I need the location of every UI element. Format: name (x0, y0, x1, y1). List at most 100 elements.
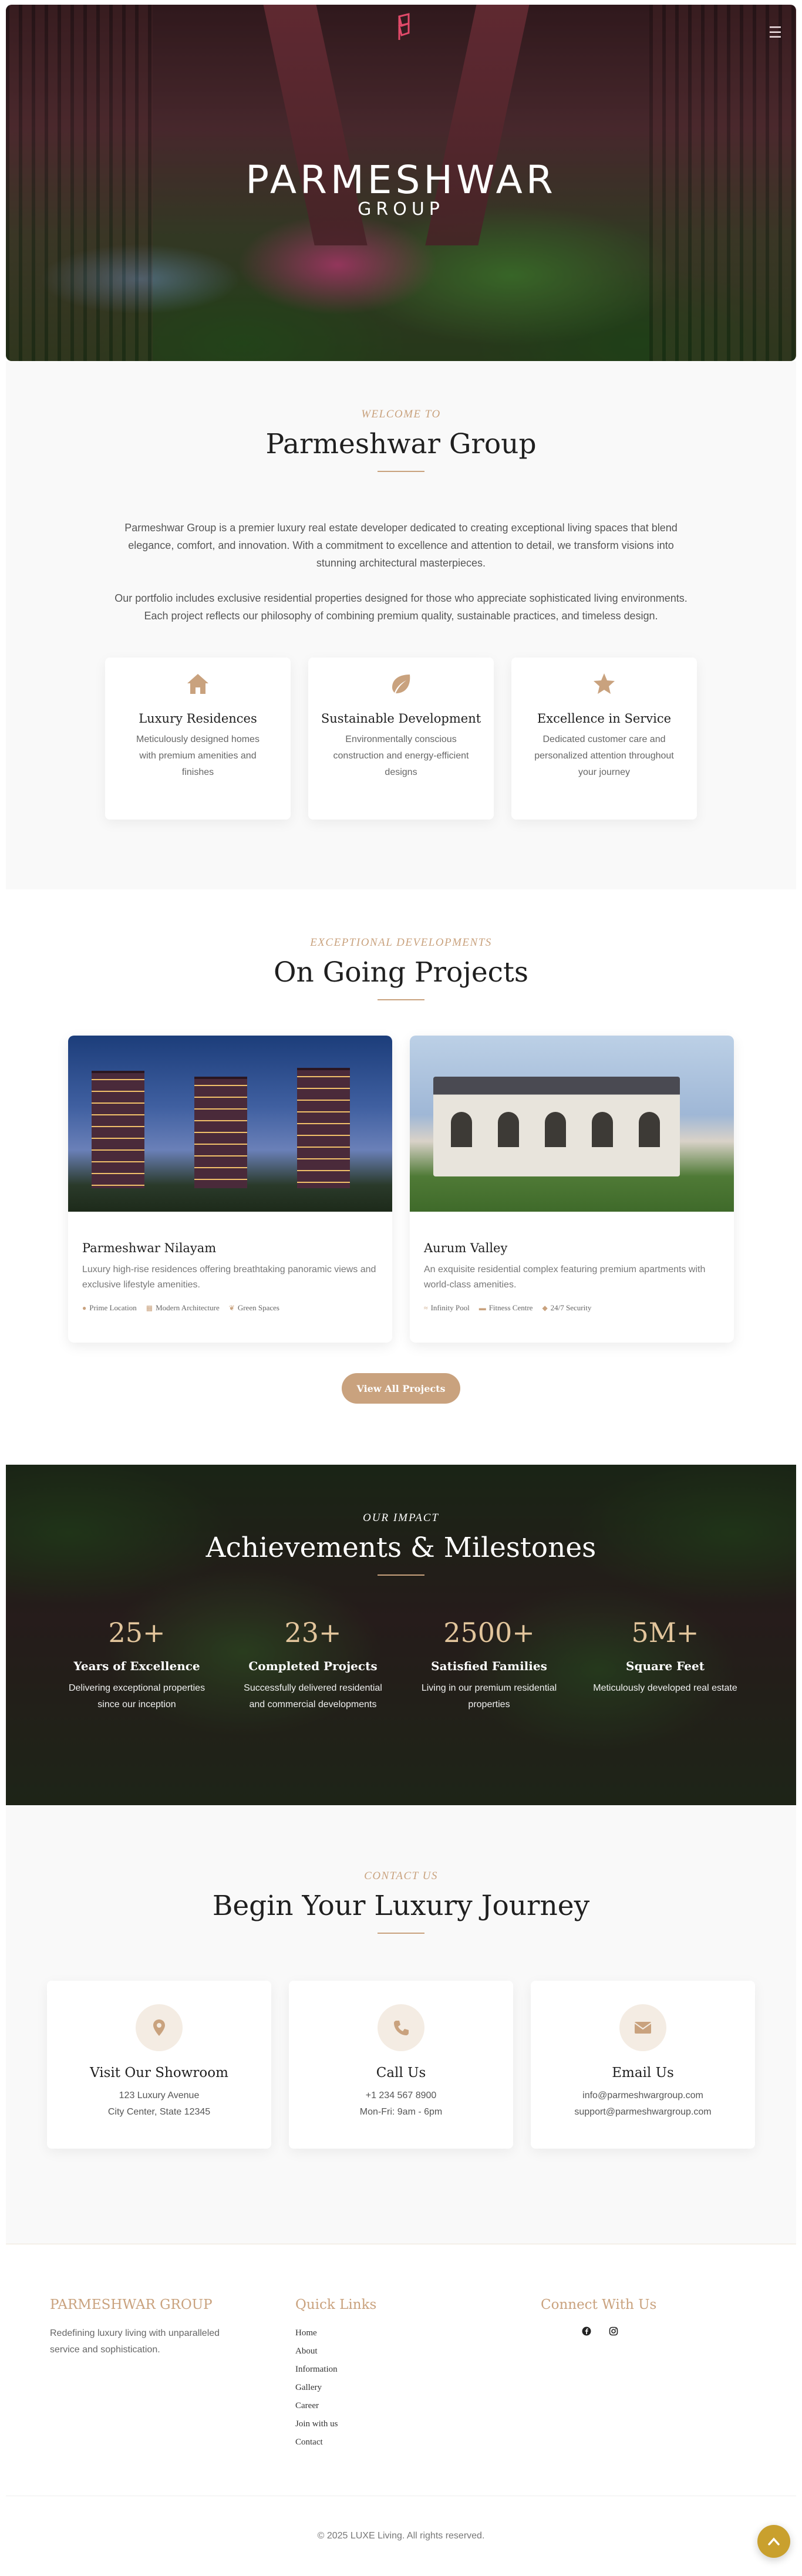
project-title[interactable]: Parmeshwar Nilayam (82, 1241, 378, 1255)
swimmer-icon: ≈ (424, 1303, 428, 1312)
projects-title: On Going Projects (273, 956, 528, 989)
stat-number: 5M+ (631, 1617, 699, 1648)
footer-link-home[interactable]: Home (295, 2324, 541, 2342)
feature-text: Dedicated customer care and personalized… (534, 734, 674, 777)
hero-brand-sub: GROUP (358, 199, 444, 220)
contact-card-title: Visit Our Showroom (90, 2065, 228, 2081)
footer-connect-heading: Connect With Us (541, 2297, 657, 2312)
view-all-projects-button[interactable]: View All Projects (342, 1373, 460, 1404)
envelope-icon (619, 2004, 666, 2051)
stat-label: Square Feet (626, 1659, 705, 1673)
footer-quick-links: Quick Links Home About Information Galle… (295, 2297, 541, 2452)
tag-item: ▬ Fitness Centre (478, 1303, 533, 1312)
tag-item: ≈ Infinity Pool (424, 1303, 470, 1312)
project-description: Luxury high-rise residences offering bre… (82, 1265, 376, 1290)
stat-area: 5M+ Square Feet Meticulously developed r… (577, 1617, 753, 1713)
chevron-up-icon (768, 2537, 780, 2545)
project-title[interactable]: Aurum Valley (424, 1241, 720, 1255)
footer-link-gallery[interactable]: Gallery (295, 2379, 541, 2397)
feature-text: Environmentally conscious construction a… (333, 734, 469, 777)
back-to-top-button[interactable] (757, 2525, 790, 2558)
tag-item: ❦ Green Spaces (228, 1303, 279, 1312)
tag-item: ● Prime Location (82, 1303, 137, 1312)
hamburger-icon[interactable]: ☰ (769, 25, 782, 40)
title-underline (378, 1933, 424, 1934)
social-links (541, 2327, 786, 2339)
site-footer: PARMESHWAR GROUP Redefining luxury livin… (6, 2244, 796, 2576)
project-tags: ● Prime Location ▦ Modern Architecture ❦ Gr… (82, 1303, 378, 1313)
stat-number: 23+ (284, 1617, 342, 1648)
feature-title: Sustainable Development (321, 712, 481, 726)
footer-link-join[interactable]: Join with us (295, 2415, 541, 2433)
project-image-tower (194, 1077, 247, 1188)
project-image-tower (297, 1068, 350, 1188)
stat-families: 2500+ Satisfied Families Living in our p… (401, 1617, 577, 1713)
hero-banner: ☰ PARMESHWAR GROUP (6, 5, 796, 361)
building-icon: ▦ (146, 1303, 153, 1312)
feature-cards: Luxury Residences Meticulously designed … (6, 658, 796, 820)
stat-description: Delivering exceptional properties since … (68, 1683, 205, 1710)
contact-cards: Visit Our Showroom 123 Luxury Avenue Cit… (6, 1981, 796, 2149)
tag-item: ◆ 24/7 Security (542, 1303, 592, 1312)
contact-card-title: Email Us (612, 2065, 674, 2081)
contact-card-line: 123 Luxury Avenue (119, 2091, 200, 2100)
stat-number: 2500+ (443, 1617, 535, 1648)
project-image-villa (433, 1077, 680, 1176)
stat-number: 25+ (108, 1617, 166, 1648)
feature-card-service: Excellence in Service Dedicated customer… (511, 658, 697, 820)
pg-logo-mark[interactable] (396, 13, 413, 41)
welcome-section: WELCOME TO Parmeshwar Group Parmeshwar G… (6, 361, 796, 889)
project-image[interactable] (410, 1036, 734, 1212)
project-image-tower (92, 1071, 144, 1188)
stat-years: 25+ Years of Excellence Delivering excep… (49, 1617, 225, 1713)
dumbbell-icon: ▬ (478, 1303, 486, 1312)
title-underline (378, 999, 424, 1000)
leaf-icon: ❦ (228, 1303, 235, 1312)
facebook-icon[interactable] (582, 2327, 591, 2339)
project-cards: Parmeshwar Nilayam Luxury high-rise resi… (6, 1036, 796, 1343)
home-icon (183, 669, 213, 699)
hero-brand: PARMESHWAR GROUP (6, 157, 796, 220)
feature-title: Luxury Residences (139, 712, 257, 726)
title-underline (378, 471, 424, 472)
welcome-paragraph-2: Our portfolio includes exclusive residen… (114, 592, 688, 622)
stat-projects: 23+ Completed Projects Successfully deli… (225, 1617, 401, 1713)
contact-title: Begin Your Luxury Journey (212, 1890, 590, 1922)
contact-card-line[interactable]: +1 234 567 8900 (289, 2088, 513, 2104)
feature-text: Meticulously designed homes with premium… (136, 734, 260, 777)
stat-description: Living in our premium residential proper… (421, 1683, 557, 1710)
title-underline (378, 1574, 424, 1576)
project-card-nilayam[interactable]: Parmeshwar Nilayam Luxury high-rise resi… (68, 1036, 392, 1343)
footer-link-career[interactable]: Career (295, 2397, 541, 2415)
contact-card-line[interactable]: support@parmeshwargroup.com (531, 2104, 755, 2120)
footer-link-about[interactable]: About (295, 2342, 541, 2361)
footer-link-contact[interactable]: Contact (295, 2433, 541, 2452)
contact-card-line: Mon-Fri: 9am - 6pm (359, 2107, 443, 2117)
instagram-icon[interactable] (609, 2327, 618, 2339)
footer-brand: PARMESHWAR GROUP (50, 2297, 213, 2312)
impact-kicker: OUR IMPACT (363, 1512, 439, 1524)
project-card-aurum[interactable]: Aurum Valley An exquisite residential co… (410, 1036, 734, 1343)
feature-card-sustainable: Sustainable Development Environmentally … (308, 658, 494, 820)
stat-label: Completed Projects (248, 1659, 378, 1673)
contact-kicker: CONTACT US (364, 1870, 438, 1882)
shield-icon: ◆ (542, 1303, 548, 1312)
contact-card-line[interactable]: info@parmeshwargroup.com (531, 2088, 755, 2104)
tag-item: ▦ Modern Architecture (146, 1303, 220, 1312)
stats-row: 25+ Years of Excellence Delivering excep… (6, 1617, 796, 1713)
project-tags: ≈ Infinity Pool ▬ Fitness Centre ◆ 24/7 Sec… (424, 1303, 720, 1313)
contact-card-call: Call Us +1 234 567 8900 Mon-Fri: 9am - 6… (289, 1981, 513, 2149)
footer-links-heading: Quick Links (295, 2297, 377, 2312)
welcome-paragraph-1: Parmeshwar Group is a premier luxury rea… (124, 522, 678, 569)
phone-icon (378, 2004, 424, 2051)
stat-label: Years of Excellence (73, 1659, 200, 1673)
copyright-text: © 2025 LUXE Living. All rights reserved. (317, 2531, 485, 2541)
footer-link-information[interactable]: Information (295, 2361, 541, 2379)
projects-kicker: EXCEPTIONAL DEVELOPMENTS (310, 936, 492, 949)
welcome-kicker: WELCOME TO (361, 408, 441, 420)
impact-title: Achievements & Milestones (205, 1532, 597, 1564)
stat-label: Satisfied Families (431, 1659, 547, 1673)
contact-card-title: Call Us (376, 2065, 426, 2081)
project-image[interactable] (68, 1036, 392, 1212)
star-icon (589, 669, 619, 699)
